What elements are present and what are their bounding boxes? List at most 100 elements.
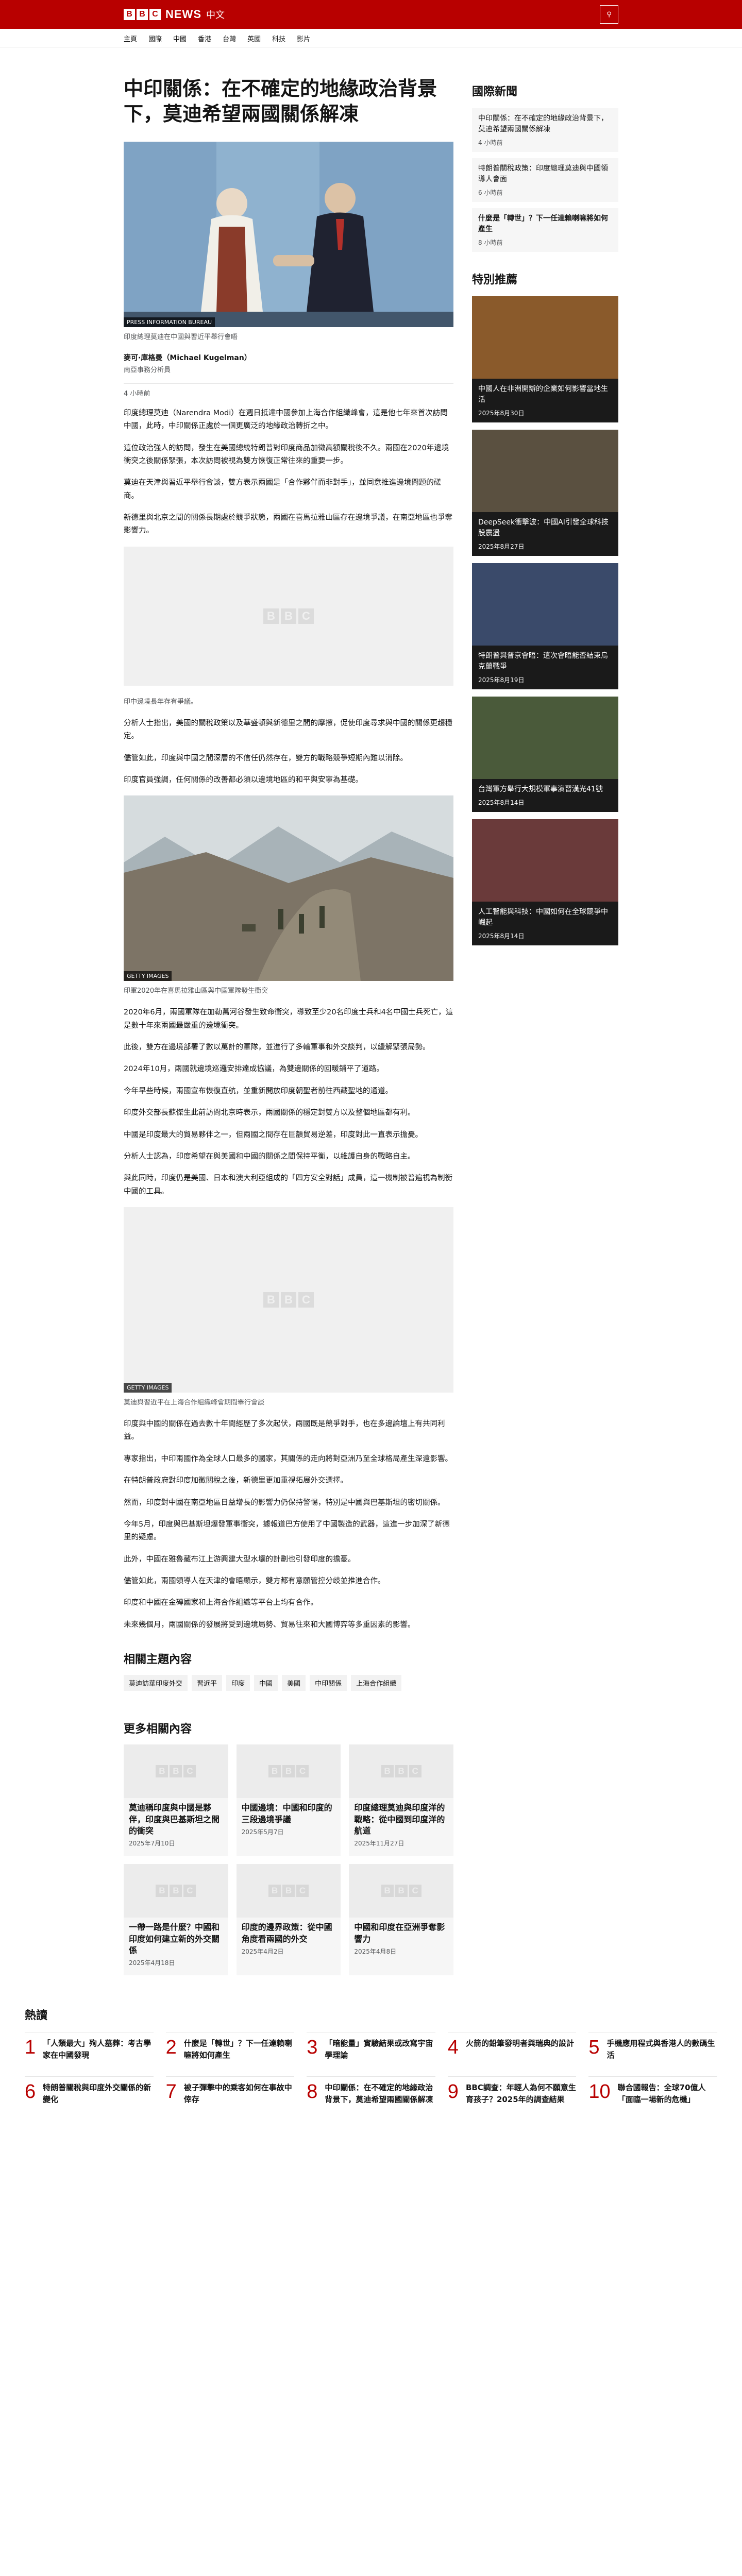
- item-title: 聯合國報告：全球70億人「面臨一場新的危機」: [617, 2083, 706, 2104]
- card-date: 2025年5月7日: [241, 1828, 284, 1836]
- news-title: 中印關係：在不確定的地緣政治背景下，莫迪希望兩國關係解凍: [478, 114, 608, 133]
- more-card[interactable]: BBC 印度總理莫迪與印度洋的戰略：從中國到印度洋的航道 2025年11月27日: [349, 1744, 453, 1856]
- topic-tag[interactable]: 中國: [254, 1675, 278, 1691]
- nav-item-video[interactable]: 影片: [297, 33, 310, 43]
- paragraph: 專家指出，中印兩國作為全球人口最多的國家，其關係的走向將對亞洲乃至全球格局產生深…: [124, 1454, 452, 1463]
- main-nav: 主頁 國際 中國 香港 台灣 英國 科技 影片: [0, 29, 742, 47]
- bbc-logo[interactable]: B B C NEWS 中文: [124, 8, 225, 21]
- more-card[interactable]: BBC 中國和印度在亞洲爭奪影響力 2025年4月8日: [349, 1864, 453, 1976]
- sidebar-news-item[interactable]: 什麼是「轉世」？下一任達賴喇嘛將如何產生 8 小時前: [472, 208, 618, 252]
- item-title: 「暗能量」實驗結果或改寫宇宙學理論: [325, 2039, 433, 2060]
- more-content-grid: BBC 莫迪稱印度與中國是夥伴，印度與巴基斯坦之間的衝突 2025年7月10日 …: [124, 1744, 453, 1976]
- card-title: 中國邊境：中國和印度的三段邊境爭議: [241, 1803, 332, 1824]
- image-caption: 印中邊境長年存有爭議。: [124, 698, 198, 706]
- more-card[interactable]: BBC 莫迪稱印度與中國是夥伴，印度與巴基斯坦之間的衝突 2025年7月10日: [124, 1744, 228, 1856]
- topic-tag[interactable]: 莫迪訪華印度外交: [124, 1675, 188, 1691]
- hero-photo: [124, 141, 453, 327]
- more-card[interactable]: BBC 印度的邊界政策：從中國角度看兩國的外交 2025年4月2日: [236, 1864, 341, 1976]
- rank-number: 9: [447, 2081, 459, 2103]
- news-date: 6 小時前: [478, 189, 503, 196]
- paragraph: 2024年10月，兩國就邊境巡邏安排達成協議，為雙邊關係的回暖鋪平了道路。: [124, 1065, 384, 1074]
- logo-news: NEWS: [165, 8, 201, 21]
- logo-letter: B: [124, 9, 135, 20]
- news-title: 什麼是「轉世」？下一任達賴喇嘛將如何產生: [478, 214, 608, 233]
- rank-number: 7: [165, 2081, 177, 2103]
- most-read-item[interactable]: 10 聯合國報告：全球70億人「面臨一場新的危機」: [588, 2076, 717, 2105]
- featured-item[interactable]: 特朗普與普京會晤：這次會晤能否結束烏克蘭戰爭 2025年8月19日: [472, 563, 618, 689]
- topic-tag[interactable]: 中印關係: [310, 1675, 347, 1691]
- rank-number: 3: [307, 2037, 318, 2059]
- more-card[interactable]: BBC 一帶一路是什麼？中國和印度如何建立新的外交關係 2025年4月18日: [124, 1864, 228, 1976]
- most-read-item[interactable]: 8 中印關係：在不確定的地緣政治背景下，莫迪希望兩國關係解凍: [307, 2076, 435, 2105]
- most-read-item[interactable]: 2 什麼是「轉世」？下一任達賴喇嘛將如何產生: [165, 2032, 295, 2061]
- featured-item[interactable]: 人工智能與科技：中國如何在全球競爭中崛起 2025年8月14日: [472, 819, 618, 945]
- rank-number: 1: [25, 2037, 36, 2059]
- related-topics-list: 莫迪訪華印度外交 習近平 印度 中國 美國 中印關係 上海合作組織: [124, 1675, 453, 1691]
- more-card[interactable]: BBC 中國邊境：中國和印度的三段邊境爭議 2025年5月7日: [236, 1744, 341, 1856]
- most-read-item[interactable]: 3 「暗能量」實驗結果或改寫宇宙學理論: [307, 2032, 435, 2061]
- paragraph: 印度與中國的關係在過去數十年間經歷了多次起伏，兩國既是競爭對手，也在多邊論壇上有…: [124, 1420, 445, 1442]
- image-caption: 莫迪與習近平在上海合作組織峰會期間舉行會談: [124, 1399, 265, 1407]
- card-thumbnail: BBC: [236, 1744, 341, 1799]
- border-image: GETTY IMAGES: [124, 795, 453, 981]
- most-read-item[interactable]: 5 手機應用程式與香港人的數碼生活: [588, 2032, 717, 2061]
- news-date: 4 小時前: [478, 139, 503, 146]
- featured-item[interactable]: 台灣軍方舉行大規模軍事演習漢光41號 2025年8月14日: [472, 697, 618, 812]
- paragraph: 印度外交部長蘇傑生此前訪問北京時表示，兩國關係的穩定對雙方以及整個地區都有利。: [124, 1109, 415, 1117]
- topic-tag[interactable]: 習近平: [192, 1675, 223, 1691]
- item-title: 中印關係：在不確定的地緣政治背景下，莫迪希望兩國關係解凍: [325, 2083, 433, 2104]
- news-date: 8 小時前: [478, 239, 503, 246]
- paragraph: 印度總理莫迪（Narendra Modi）在週日抵達中國參加上海合作組織峰會，這…: [124, 409, 448, 431]
- featured-image: [472, 819, 618, 902]
- most-read-item[interactable]: 4 火箭的鉛筆發明者與瑞典的設計: [447, 2032, 577, 2061]
- topic-tag[interactable]: 美國: [282, 1675, 306, 1691]
- paragraph: 與此同時，印度仍是美國、日本和澳大利亞組成的「四方安全對話」成員，這一機制被普遍…: [124, 1174, 452, 1196]
- paragraph: 儘管如此，兩國領導人在天津的會晤顯示，雙方都有意願管控分歧並推進合作。: [124, 1577, 385, 1586]
- topic-tag[interactable]: 上海合作組織: [351, 1675, 402, 1691]
- sidebar-news-item[interactable]: 特朗普關稅政策：印度總理莫迪與中國領導人會面 6 小時前: [472, 158, 618, 202]
- sidebar-news-item[interactable]: 中印關係：在不確定的地緣政治背景下，莫迪希望兩國關係解凍 4 小時前: [472, 108, 618, 152]
- paragraph: 莫迪在天津與習近平舉行會談，雙方表示兩國是「合作夥伴而非對手」，並同意推進邊境問…: [124, 479, 442, 500]
- nav-item-hongkong[interactable]: 香港: [198, 33, 211, 43]
- card-thumbnail: BBC: [349, 1864, 453, 1918]
- paragraph: 中國是印度最大的貿易夥伴之一，但兩國之間存在巨額貿易逆差，印度對此一直表示擔憂。: [124, 1130, 423, 1139]
- most-read-item[interactable]: 1 「人類最大」殉人墓葬：考古學家在中國發現: [25, 2032, 154, 2061]
- most-read-item[interactable]: 9 BBC調查：年輕人為何不願意生育孩子？2025年的調查結果: [447, 2076, 577, 2105]
- featured-item-title: 台灣軍方舉行大規模軍事演習漢光41號: [478, 785, 603, 793]
- publish-date: 4 小時前: [124, 383, 453, 398]
- card-date: 2025年4月2日: [241, 1947, 284, 1955]
- bbc-placeholder-logo: BBC: [263, 1292, 314, 1308]
- featured-item-date: 2025年8月19日: [478, 676, 525, 684]
- featured-item[interactable]: 中國人在非洲開辦的企業如何影響當地生活 2025年8月30日: [472, 296, 618, 422]
- rank-number: 6: [25, 2081, 36, 2103]
- paragraph: 此外，中國在雅魯藏布江上游興建大型水壩的計劃也引發印度的擔憂。: [124, 1555, 356, 1564]
- search-button[interactable]: ⚲: [600, 5, 618, 24]
- topic-tag[interactable]: 印度: [226, 1675, 250, 1691]
- paragraph: 此後，雙方在邊境部署了數以萬計的軍隊，並進行了多輪軍事和外交談判，以緩解緊張局勢…: [124, 1043, 430, 1052]
- nav-item-tech[interactable]: 科技: [272, 33, 285, 43]
- article-title: 中印關係：在不確定的地緣政治背景下，莫迪希望兩國關係解凍: [124, 77, 437, 126]
- nav-item-home[interactable]: 主頁: [124, 33, 137, 43]
- image-credit: GETTY IMAGES: [124, 1383, 172, 1393]
- nav-item-china[interactable]: 中國: [173, 33, 187, 43]
- nav-item-uk[interactable]: 英國: [247, 33, 261, 43]
- most-read-item[interactable]: 6 特朗普關稅與印度外交關係的新變化: [25, 2076, 154, 2105]
- border-credit: GETTY IMAGES: [124, 971, 172, 981]
- most-read-item[interactable]: 7 被子彈擊中的乘客如何在事故中倖存: [165, 2076, 295, 2105]
- nav-item-taiwan[interactable]: 台灣: [223, 33, 236, 43]
- card-date: 2025年11月27日: [354, 1840, 404, 1848]
- bbc-placeholder-logo: BBC: [263, 608, 314, 624]
- card-date: 2025年7月10日: [129, 1840, 175, 1848]
- hero-caption: 印度總理莫迪在中國與習近平舉行會晤: [124, 333, 238, 341]
- logo-letter: B: [137, 9, 148, 20]
- item-title: 手機應用程式與香港人的數碼生活: [606, 2039, 715, 2060]
- nav-item-world[interactable]: 國際: [148, 33, 162, 43]
- featured-item-title: 中國人在非洲開辦的企業如何影響當地生活: [478, 385, 608, 404]
- featured-item[interactable]: DeepSeek衝擊波：中國AI引發全球科技股震盪 2025年8月27日: [472, 430, 618, 556]
- paragraph: 這位政治強人的訪問，發生在美國總統特朗普對印度商品加徵高額關稅後不久。兩國在20…: [124, 444, 449, 465]
- featured-item-date: 2025年8月27日: [478, 543, 525, 550]
- rank-number: 10: [588, 2081, 611, 2103]
- rank-number: 5: [588, 2037, 600, 2059]
- featured-item-date: 2025年8月30日: [478, 410, 525, 417]
- card-title: 印度的邊界政策：從中國角度看兩國的外交: [241, 1922, 332, 1944]
